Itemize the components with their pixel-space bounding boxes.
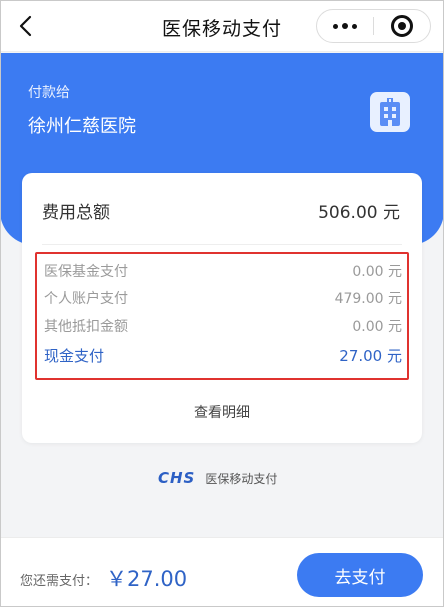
chs-brand: CHS 医保移动支付: [158, 468, 277, 488]
breakdown-row-personal-account: 个人账户支付 479.00 元: [44, 284, 402, 308]
breakdown-value: 27.00 元: [339, 347, 402, 365]
breakdown-value: 0.00 元: [352, 319, 402, 335]
hospital-building-icon: [370, 92, 410, 132]
breakdown-label: 现金支付: [44, 347, 105, 365]
bottom-pay-bar: 您还需支付： ￥27.00 去支付: [0, 537, 444, 607]
total-amount-row: 费用总额 506.00 元: [22, 190, 422, 226]
more-dots-icon: [333, 23, 357, 29]
breakdown-value: 479.00 元: [334, 291, 402, 307]
amount-due-label: 您还需支付：: [20, 574, 99, 589]
more-button[interactable]: [317, 10, 373, 42]
hospital-name: 徐州仁慈医院: [28, 116, 136, 137]
breakdown-row-other-deduction: 其他抵扣金额 0.00 元: [44, 312, 402, 336]
view-details-link[interactable]: 查看明细: [22, 402, 422, 422]
breakdown-row-cash: 现金支付 27.00 元: [44, 341, 402, 365]
total-amount-value: 506.00 元: [318, 203, 400, 223]
amount-due-value: ￥27.00: [106, 567, 188, 591]
breakdown-label: 医保基金支付: [44, 264, 128, 280]
breakdown-label: 个人账户支付: [44, 291, 128, 307]
breakdown-label: 其他抵扣金额: [44, 319, 128, 335]
breakdown-value: 0.00 元: [352, 264, 402, 280]
close-button[interactable]: [374, 10, 430, 42]
mini-program-capsule: [316, 9, 431, 43]
chs-brand-text: 医保移动支付: [205, 471, 278, 486]
pay-button[interactable]: 去支付: [297, 553, 423, 597]
pay-to-label: 付款给: [28, 85, 70, 101]
card-divider: [42, 244, 402, 245]
target-close-icon: [391, 15, 413, 37]
chs-logo: CHS: [158, 469, 196, 487]
total-amount-label: 费用总额: [42, 203, 110, 223]
navbar: 医保移动支付: [0, 0, 444, 52]
breakdown-row-fund: 医保基金支付 0.00 元: [44, 257, 402, 281]
